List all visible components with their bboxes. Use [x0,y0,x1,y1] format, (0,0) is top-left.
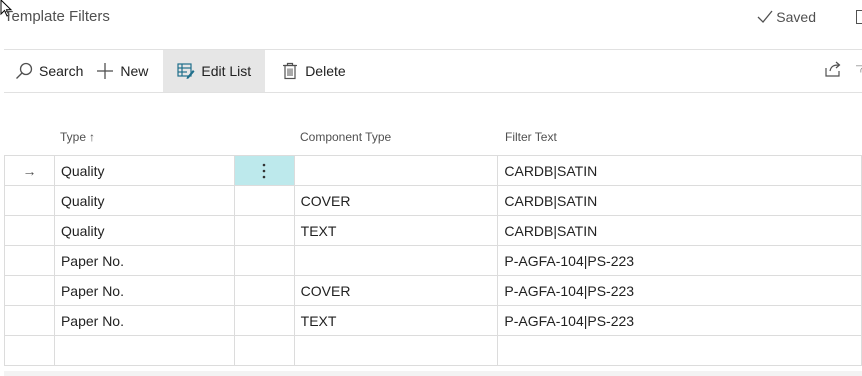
row-indicator-cell [4,215,55,246]
column-header-component-type[interactable]: Component Type [300,130,391,144]
plus-icon [97,63,114,79]
filter-text-cell[interactable]: CARDB|SATIN [497,185,862,216]
type-cell[interactable] [53,335,235,366]
action-bar-right [824,60,862,78]
component-type-cell[interactable] [293,245,499,276]
table-row[interactable]: → Quality CARDB|SATIN [4,155,862,186]
new-button[interactable]: New [92,50,157,92]
row-actions-cell[interactable] [233,275,295,306]
filter-text-cell[interactable] [497,335,862,366]
row-indicator-cell [4,245,55,276]
component-type-cell[interactable] [293,335,499,366]
type-cell[interactable]: Quality [53,185,235,216]
type-cell[interactable]: Paper No. [53,305,235,336]
search-icon [16,62,33,79]
row-indicator-cell [4,275,55,306]
column-header-filter-text-label: Filter Text [505,130,557,144]
edit-list-label: Edit List [201,63,252,79]
filter-text-cell[interactable]: CARDB|SATIN [497,215,862,246]
component-type-cell[interactable]: COVER [293,185,499,216]
edit-list-icon [177,63,195,79]
row-indicator-cell [4,335,55,366]
table-row[interactable]: Quality COVER CARDB|SATIN [4,185,862,216]
column-header-filter-text[interactable]: Filter Text [505,130,557,144]
row-actions-cell[interactable] [233,305,295,336]
edit-list-button[interactable]: Edit List [163,50,266,92]
grid-footer [4,371,862,376]
row-actions-cell[interactable] [233,185,295,216]
search-label: Search [39,63,84,79]
row-actions-cell[interactable] [233,245,295,276]
toolbar-bottom-divider [4,92,862,93]
saved-status: Saved [757,9,816,25]
filter-text-cell[interactable]: CARDB|SATIN [497,155,862,186]
more-options-icon[interactable] [262,163,266,179]
new-row[interactable] [4,335,862,366]
component-type-cell[interactable]: TEXT [293,305,499,336]
collapse-icon[interactable] [856,10,862,24]
column-header-type[interactable]: Type ↑ [60,130,95,144]
type-cell[interactable]: Quality [53,215,235,246]
sort-ascending-icon: ↑ [89,130,96,144]
row-indicator-cell [4,305,55,336]
search-button[interactable]: Search [6,50,92,92]
page-title: Template Filters [4,8,110,25]
row-indicator-cell [4,185,55,216]
table-row[interactable]: Quality TEXT CARDB|SATIN [4,215,862,246]
row-actions-cell[interactable] [233,335,295,366]
column-header-type-label: Type [60,130,87,144]
delete-label: Delete [305,63,346,79]
column-header-component-type-label: Component Type [300,130,392,144]
trash-icon [283,62,298,80]
current-row-arrow-icon: → [4,155,55,186]
checkmark-icon [757,10,773,23]
filter-text-cell[interactable]: P-AGFA-104|PS-223 [497,275,862,306]
template-filters-grid: → Quality CARDB|SATIN Quality COVER CARD… [4,155,862,366]
saved-label: Saved [776,9,816,25]
share-icon[interactable] [824,60,842,78]
component-type-cell[interactable]: TEXT [293,215,499,246]
type-cell[interactable]: Paper No. [53,245,235,276]
row-actions-cell[interactable] [233,155,295,186]
table-row[interactable]: Paper No. COVER P-AGFA-104|PS-223 [4,275,862,306]
component-type-cell[interactable] [293,155,499,186]
action-bar: Search New Edit List Delete [6,50,355,92]
filter-text-cell[interactable]: P-AGFA-104|PS-223 [497,245,862,276]
type-cell[interactable]: Paper No. [53,275,235,306]
table-row[interactable]: Paper No. P-AGFA-104|PS-223 [4,245,862,276]
delete-button[interactable]: Delete [265,50,354,92]
filter-icon[interactable] [856,60,862,78]
table-row[interactable]: Paper No. TEXT P-AGFA-104|PS-223 [4,305,862,336]
row-actions-cell[interactable] [233,215,295,246]
component-type-cell[interactable]: COVER [293,275,499,306]
new-label: New [120,63,149,79]
type-cell[interactable]: Quality [53,155,235,186]
filter-text-cell[interactable]: P-AGFA-104|PS-223 [497,305,862,336]
